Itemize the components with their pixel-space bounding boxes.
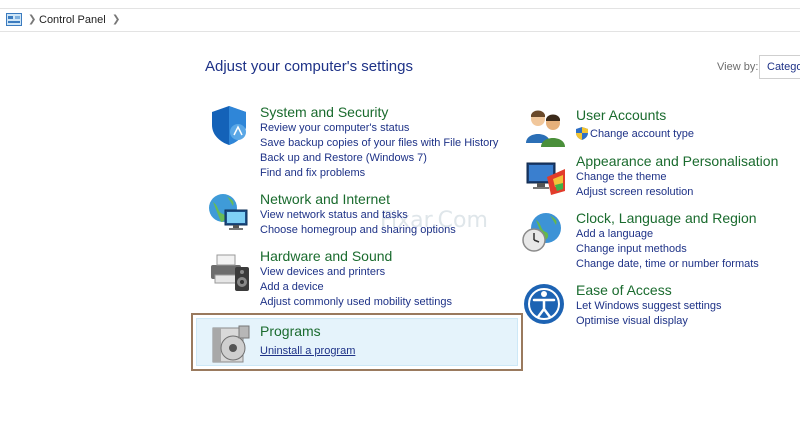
category-user-accounts[interactable]: User Accounts bbox=[576, 107, 666, 123]
link-uninstall-program[interactable]: Uninstall a program bbox=[260, 345, 355, 357]
ease-of-access-icon[interactable] bbox=[522, 282, 566, 326]
link-backup-restore[interactable]: Back up and Restore (Windows 7) bbox=[260, 152, 427, 164]
link-change-account-type[interactable]: Change account type bbox=[590, 128, 694, 140]
category-ease-of-access[interactable]: Ease of Access bbox=[576, 282, 672, 298]
link-add-device[interactable]: Add a device bbox=[260, 281, 324, 293]
breadcrumb-control-panel[interactable]: Control Panel bbox=[39, 14, 106, 26]
link-devices-printers[interactable]: View devices and printers bbox=[260, 266, 385, 278]
category-hardware-and-sound[interactable]: Hardware and Sound bbox=[260, 248, 392, 264]
link-add-language[interactable]: Add a language bbox=[576, 228, 653, 240]
link-mobility-settings[interactable]: Adjust commonly used mobility settings bbox=[260, 296, 452, 308]
link-screen-resolution[interactable]: Adjust screen resolution bbox=[576, 186, 693, 198]
page-title: Adjust your computer's settings bbox=[205, 58, 413, 75]
category-appearance-personalisation[interactable]: Appearance and Personalisation bbox=[576, 153, 778, 169]
link-date-time-formats[interactable]: Change date, time or number formats bbox=[576, 258, 759, 270]
monitor-palette-icon[interactable] bbox=[523, 155, 567, 199]
link-windows-suggest-settings[interactable]: Let Windows suggest settings bbox=[576, 300, 722, 312]
clock-globe-icon[interactable] bbox=[520, 210, 564, 254]
category-network-and-internet[interactable]: Network and Internet bbox=[260, 191, 390, 207]
link-file-history[interactable]: Save backup copies of your files with Fi… bbox=[260, 137, 498, 149]
link-homegroup-sharing[interactable]: Choose homegroup and sharing options bbox=[260, 224, 456, 236]
category-clock-language-region[interactable]: Clock, Language and Region bbox=[576, 210, 757, 226]
link-view-network-status[interactable]: View network status and tasks bbox=[260, 209, 408, 221]
uac-shield-icon bbox=[576, 127, 588, 140]
control-panel-icon bbox=[6, 13, 22, 26]
network-globe-icon[interactable] bbox=[207, 190, 251, 234]
category-programs[interactable]: Programs bbox=[260, 323, 321, 339]
breadcrumb-chevron-icon[interactable]: ❯ bbox=[112, 14, 120, 25]
link-review-status[interactable]: Review your computer's status bbox=[260, 122, 409, 134]
link-change-theme[interactable]: Change the theme bbox=[576, 171, 667, 183]
users-icon[interactable] bbox=[523, 105, 567, 149]
shield-icon[interactable] bbox=[207, 103, 251, 147]
address-bar[interactable]: ❯ Control Panel ❯ bbox=[0, 8, 800, 32]
category-system-and-security[interactable]: System and Security bbox=[260, 104, 388, 120]
printer-speaker-icon[interactable] bbox=[207, 249, 251, 293]
breadcrumb-separator-icon[interactable]: ❯ bbox=[28, 14, 36, 25]
link-input-methods[interactable]: Change input methods bbox=[576, 243, 687, 255]
link-find-fix-problems[interactable]: Find and fix problems bbox=[260, 167, 365, 179]
view-by-label: View by: bbox=[717, 61, 759, 73]
programs-disc-icon[interactable] bbox=[209, 322, 253, 366]
link-optimise-visual-display[interactable]: Optimise visual display bbox=[576, 315, 688, 327]
view-by-select[interactable]: Category bbox=[759, 55, 800, 79]
